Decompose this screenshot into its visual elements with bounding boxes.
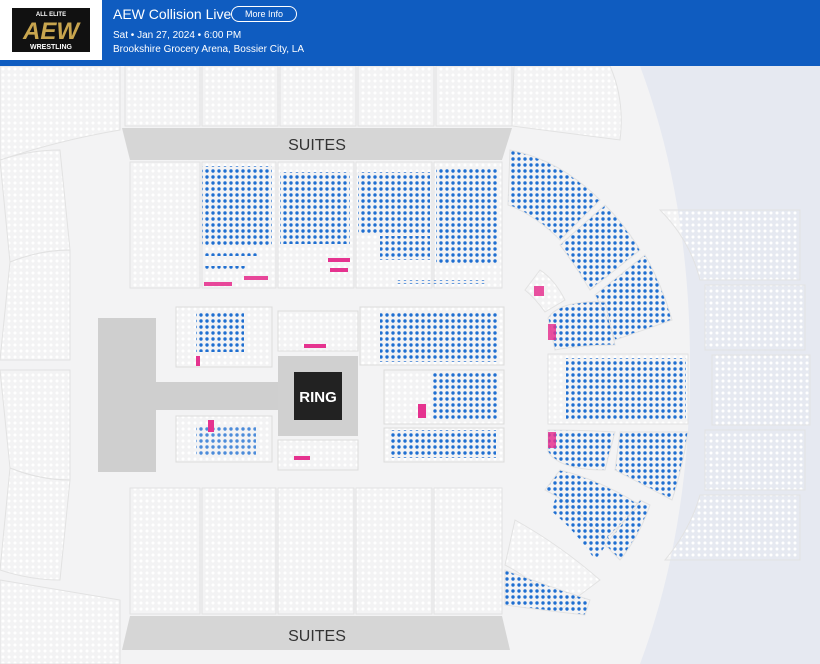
section-group-lower-bottom[interactable] (129, 487, 503, 615)
seat-map[interactable]: SUITES SUITES RING (0, 66, 820, 664)
suites-bottom[interactable]: SUITES (122, 616, 510, 650)
suites-top[interactable]: SUITES (122, 128, 512, 160)
suites-bottom-label: SUITES (288, 628, 346, 645)
logo-line-2: WRESTLING (30, 44, 73, 51)
suites-top-label: SUITES (288, 137, 346, 154)
event-venue: Brookshire Grocery Arena, Bossier City, … (113, 44, 304, 55)
ring-label: RING (299, 389, 337, 406)
event-date-time: Sat • Jan 27, 2024 • 6:00 PM (113, 30, 242, 41)
section-group-lower-top[interactable] (129, 161, 503, 289)
ring[interactable]: RING (278, 356, 358, 436)
event-header: ALL ELITE AEW WRESTLING AEW Collision Li… (0, 0, 820, 66)
logo-mark: AEW (22, 18, 81, 45)
more-info-button[interactable]: More Info (231, 6, 297, 22)
aew-logo: ALL ELITE AEW WRESTLING (0, 0, 102, 60)
event-title: AEW Collision Live (113, 6, 232, 22)
